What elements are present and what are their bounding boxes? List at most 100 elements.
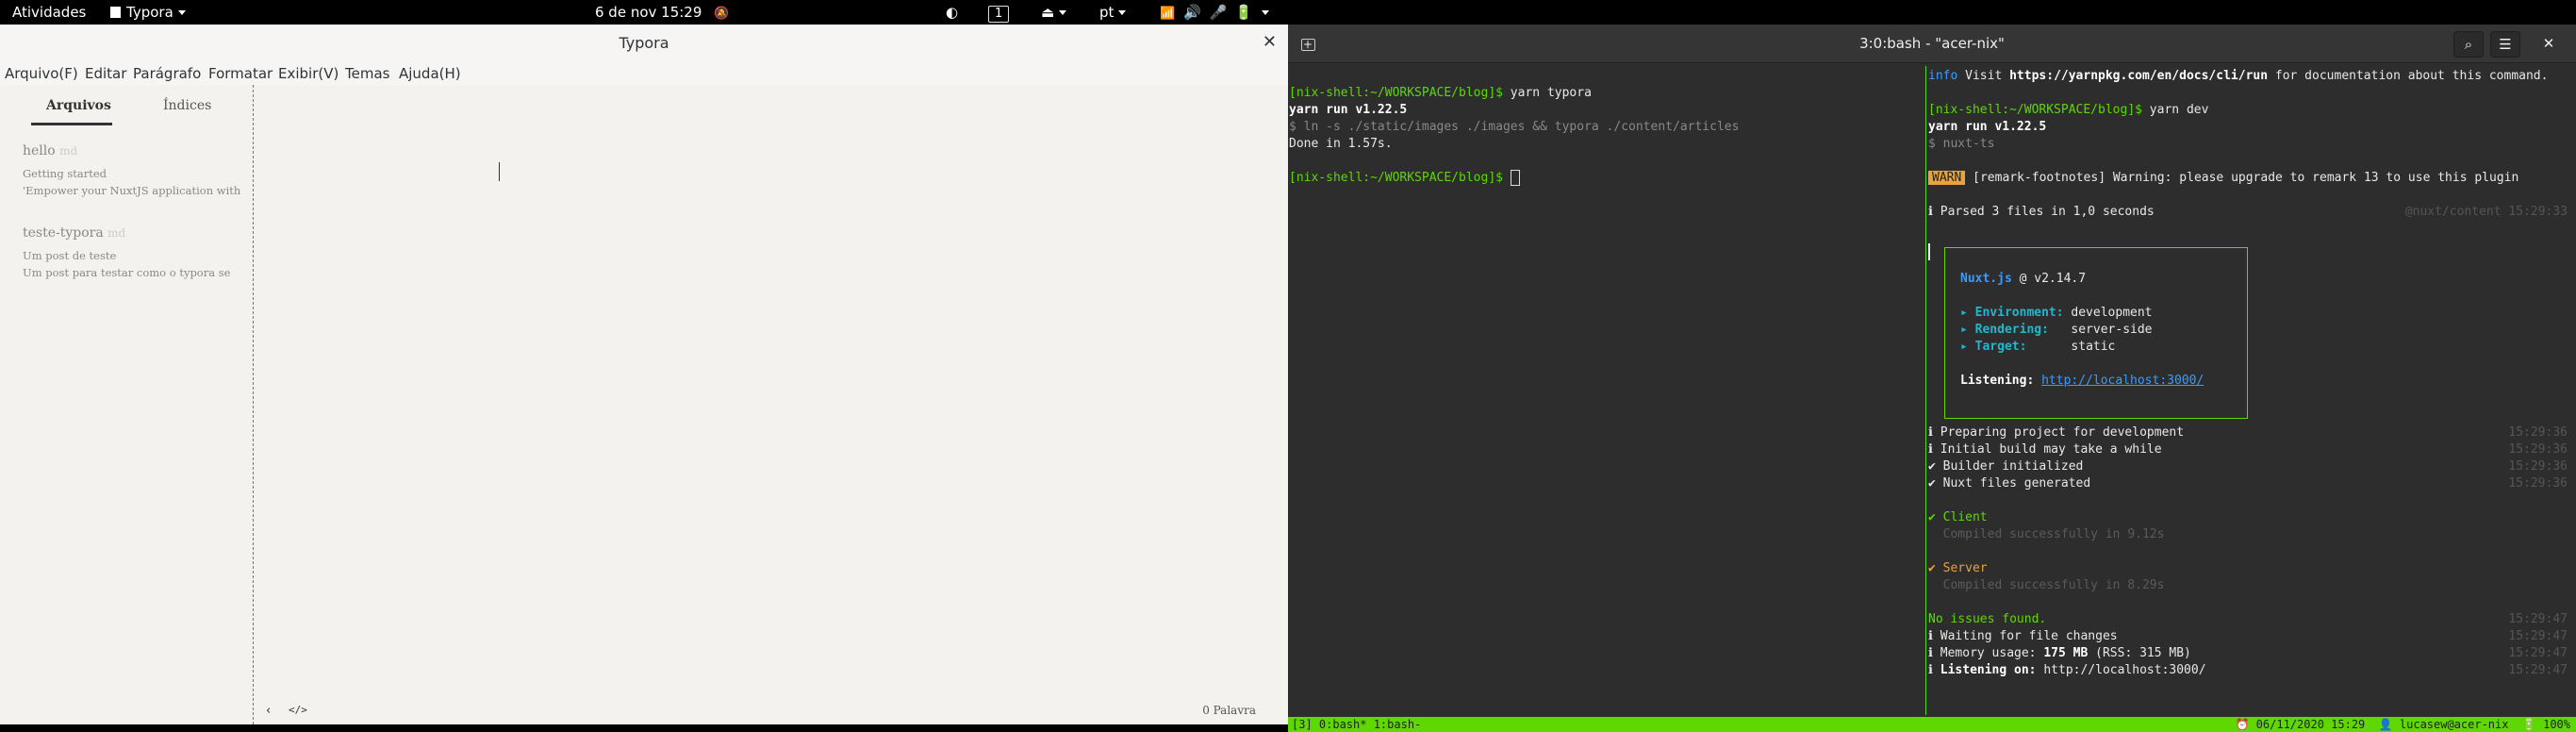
log-timestamp: 15:29:36 [2508,459,2568,474]
render-value: server-side [2048,323,2153,337]
language-menu[interactable]: pt [1099,4,1127,21]
file-name: teste-typora [23,225,104,241]
terminal-window: + 3:0:bash - "acer-nix" ⌕ ☰ ✕ [nix-shell… [1288,25,2576,732]
toggle-sidebar-icon[interactable]: ‹ [266,704,271,718]
menu-editar[interactable]: Editar [85,65,126,82]
chevron-down-icon [1059,10,1067,15]
listening-url[interactable]: http://localhost:3000/ [2041,374,2204,388]
listening-on-url: http://localhost:3000/ [2036,663,2206,677]
pane-divider[interactable] [1925,66,1926,715]
memory-value: 175 MB [2043,646,2089,660]
log-timestamp: 15:29:47 [2508,646,2568,660]
info-tag: info [1928,69,1958,83]
log-timestamp: 15:29:36 [2508,476,2568,491]
text-cursor [499,162,500,181]
log-line: (RSS: 315 MB) [2088,646,2191,660]
editor-footer: ‹ </> 0 Palavra [255,694,1288,724]
target-label: ▸ Target: [1960,340,2027,354]
file-preview-title: Um post de teste [23,249,117,262]
log-timestamp: 15:29:47 [2508,612,2568,626]
server-message: Compiled successfully in 8.29s [1928,578,2165,592]
log-line: ℹ Preparing project for development [1928,425,2185,440]
log-bar [1928,243,1930,260]
warn-text: [remark-footnotes] Warning: please upgra… [1965,171,2519,185]
workspace-indicator[interactable]: 1 [988,4,1010,23]
clock-label: 6 de nov 15:29 [595,4,702,21]
output-line: $ ln -s ./static/images ./images && typo… [1289,120,1740,134]
output-line: ℹ Parsed 3 files in 1,0 seconds [1928,205,2155,219]
file-preview-text: 'Empower your NuxtJS application with [23,184,241,197]
hamburger-menu-icon[interactable]: ☰ [2490,31,2520,58]
command-text: yarn typora [1502,86,1592,100]
menu-temas[interactable]: Temas [345,65,389,82]
close-icon[interactable]: ✕ [2535,31,2563,56]
menu-arquivo[interactable]: Arquivo(F) [5,65,78,82]
client-message: Compiled successfully in 9.12s [1928,527,2165,541]
menu-ajuda[interactable]: Ajuda(H) [399,65,461,82]
battery-icon: 🔋 [1234,4,1253,21]
active-tab-indicator [31,123,112,125]
typora-app-icon [110,7,121,18]
log-line: ✔ Nuxt files generated [1928,476,2091,491]
warn-badge: WARN [1928,171,1966,185]
menu-paragrafo[interactable]: Parágrafo [133,65,201,82]
clock[interactable]: 6 de nov 15:29 🔕 [595,4,729,23]
target-value: static [2026,340,2116,354]
system-menu[interactable]: 📶 🔊 🎤 🔋 [1160,4,1270,23]
file-preview-title: Getting started [23,167,107,180]
eject-icon[interactable]: ⏏ [1041,4,1067,21]
typora-titlebar[interactable]: Typora ✕ [0,25,1288,61]
chevron-down-icon [177,10,186,15]
workspace-number: 1 [988,6,1010,23]
info-text: Visit [1957,69,2010,83]
volume-icon: 🔊 [1182,4,1201,21]
tab-outline[interactable]: Índices [163,98,211,113]
info-url: https://yarnpkg.com/en/docs/cli/run [2009,69,2269,83]
app-menu[interactable]: Typora [110,4,186,21]
output-line: yarn run v1.22.5 [1289,103,1408,117]
chevron-down-icon [1118,10,1127,15]
tab-files[interactable]: Arquivos [46,98,111,113]
menu-exibir[interactable]: Exibir(V) [278,65,339,82]
menu-formatar[interactable]: Formatar [208,65,272,82]
listening-label: Listening: [1960,374,2035,388]
wifi-icon: 📶 [1160,7,1176,21]
tmux-window-list[interactable]: [3] 0:bash* 1:bash- [1292,718,1421,731]
output-line: $ nuxt-ts [1928,137,1995,151]
no-issues-line: No issues found. [1928,612,2047,626]
activities-button[interactable]: Atividades [12,4,86,21]
command-text: yarn dev [2141,103,2209,117]
log-line: ℹ Initial build may take a while [1928,442,2162,457]
night-light-icon[interactable]: ◐ [946,4,958,21]
word-count[interactable]: 0 Palavra [1202,704,1256,717]
shell-prompt: [nix-shell:~/WORKSPACE/blog]$ [1928,103,2142,117]
terminal-headerbar[interactable]: + 3:0:bash - "acer-nix" ⌕ ☰ ✕ [1288,25,2576,63]
bell-muted-icon: 🔕 [714,7,730,21]
chevron-down-icon [1262,10,1270,15]
file-preview-text: Um post para testar como o typora se [23,266,231,279]
log-timestamp: 15:29:36 [2508,442,2568,457]
file-name: hello [23,143,56,158]
tmux-pane-left[interactable]: [nix-shell:~/WORKSPACE/blog]$ yarn typor… [1288,66,1924,715]
log-line: ℹ Waiting for file changes [1928,629,2118,643]
shell-prompt: [nix-shell:~/WORKSPACE/blog]$ [1289,86,1503,100]
log-line: ℹ Memory usage: [1928,646,2044,660]
tmux-pane-right[interactable]: info Visit https://yarnpkg.com/en/docs/c… [1928,66,2576,715]
tmux-status-bar: [3] 0:bash* 1:bash- ⏰ 06/11/2020 15:29 👤… [1288,717,2576,732]
source-code-icon[interactable]: </> [289,704,307,716]
window-title: 3:0:bash - "acer-nix" [1859,35,2005,52]
search-icon[interactable]: ⌕ [2453,31,2484,58]
file-extension: md [107,226,126,240]
listening-on-label: Listening on: [1940,663,2037,677]
close-icon[interactable]: ✕ [1263,32,1277,52]
menu-bar: Arquivo(F) Editar Parágrafo Formatar Exi… [0,60,1288,86]
editor-area[interactable] [255,85,1288,724]
microphone-icon: 🎤 [1209,4,1228,21]
file-sidebar: Arquivos Índices hello md Getting starte… [0,85,254,724]
app-menu-label: Typora [126,4,173,21]
env-label: ▸ Environment: [1960,306,2064,320]
log-timestamp: 15:29:47 [2508,629,2568,643]
typora-window: Typora ✕ Arquivo(F) Editar Parágrafo For… [0,25,1288,724]
shell-prompt: [nix-shell:~/WORKSPACE/blog]$ [1289,171,1503,185]
log-timestamp: 15:29:36 [2508,425,2568,440]
